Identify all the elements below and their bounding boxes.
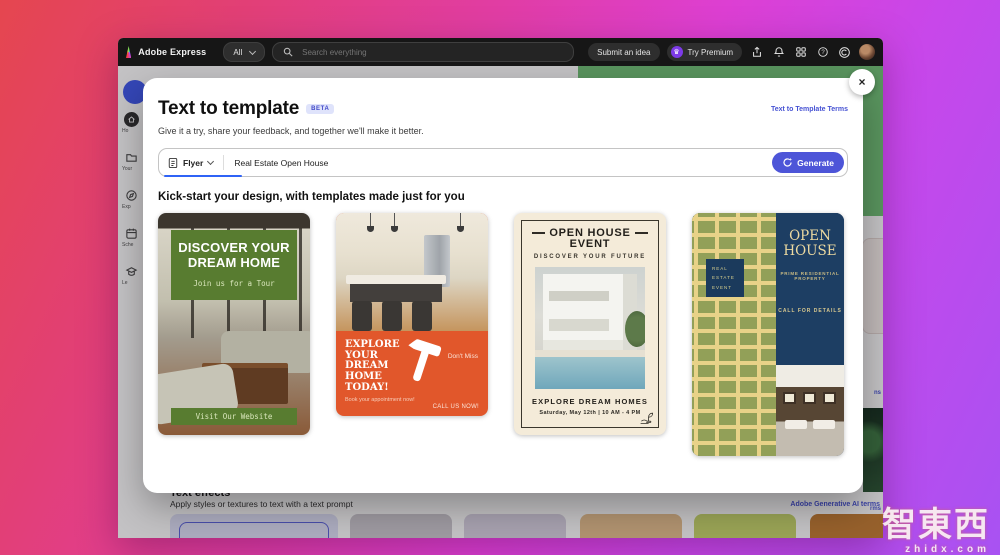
search-bar[interactable] <box>272 42 574 62</box>
flyer-title: EVENT <box>514 238 666 250</box>
flyer-tagline: DISCOVER YOUR FUTURE <box>514 254 666 260</box>
flyer-book-line: Book your appointment now! <box>345 397 415 403</box>
flyer-badge: REAL ESTATE EVENT <box>706 259 744 297</box>
generate-label: Generate <box>797 158 834 168</box>
search-input[interactable] <box>300 47 566 58</box>
flyer-subtitle: PRIME RESIDENTIAL PROPERTY <box>776 271 844 281</box>
flyer-cta: CALL FOR DETAILS <box>776 308 844 314</box>
category-dropdown[interactable]: All <box>223 42 265 62</box>
text-to-template-terms-link[interactable]: Text to Template Terms <box>771 106 848 113</box>
profile-avatar[interactable] <box>859 44 875 60</box>
flyer-text-panel: OPEN HOUSE PRIME RESIDENTIAL PROPERTY CA… <box>776 213 844 365</box>
photo-balcony <box>549 291 609 301</box>
flyer-subline: Join us for a Tour <box>175 279 293 288</box>
photo-stool <box>412 301 432 331</box>
photo-poolside <box>535 350 645 357</box>
share-icon[interactable] <box>749 45 764 60</box>
photo-pendant-lamp <box>460 213 461 227</box>
watermark-cn: 智東西 <box>882 508 990 542</box>
apps-grid-icon[interactable] <box>793 45 808 60</box>
photo-stool <box>352 301 372 331</box>
try-premium-label: Try Premium <box>688 48 733 57</box>
submit-idea-label: Submit an idea <box>597 48 650 57</box>
brand-title: Adobe Express <box>138 47 206 57</box>
desktop-background: Adobe Express All Submit an idea ♛ Try P… <box>0 0 1000 555</box>
modal-title: Text to template <box>158 98 299 120</box>
adobe-express-window: Adobe Express All Submit an idea ♛ Try P… <box>118 38 883 538</box>
watermark: 智東西 zhidx.com <box>882 508 990 555</box>
template-results: DISCOVER YOUR DREAM HOME Join us for a T… <box>158 213 848 456</box>
photo-pillow <box>785 420 807 429</box>
flyer-pattern-panel: REAL ESTATE EVENT <box>692 213 776 456</box>
photo-window <box>783 392 796 404</box>
category-dropdown-label: All <box>233 48 242 57</box>
flyer-badge-line: REAL <box>712 264 744 273</box>
notifications-bell-icon[interactable] <box>771 45 786 60</box>
app-header: Adobe Express All Submit an idea ♛ Try P… <box>118 38 883 66</box>
photo-window <box>803 392 816 404</box>
divider-line <box>532 232 545 234</box>
flyer-text-panel: DISCOVER YOUR DREAM HOME Join us for a T… <box>171 230 297 300</box>
photo-kitchen <box>336 213 488 331</box>
flyer-badge-line: EVENT <box>712 283 744 292</box>
try-premium-button[interactable]: ♛ Try Premium <box>667 43 742 61</box>
section-heading: Kick-start your design, with templates m… <box>158 191 848 203</box>
photo-stool <box>382 301 402 331</box>
prompt-input[interactable] <box>224 157 772 169</box>
format-dropdown-label: Flyer <box>183 158 203 168</box>
creative-cloud-icon[interactable] <box>837 45 852 60</box>
flyer-badge-line: ESTATE <box>712 273 744 282</box>
template-card-4[interactable]: REAL ESTATE EVENT OPEN HOUSE PRIME RESID… <box>692 213 844 456</box>
photo-house <box>543 274 637 350</box>
close-button[interactable]: × <box>849 69 875 95</box>
flyer-headline: EXPLORE YOUR DREAM HOME TODAY! <box>345 340 409 393</box>
adobe-express-logo-icon[interactable] <box>126 46 131 58</box>
photo-pool <box>535 357 645 389</box>
template-card-2[interactable]: EXPLORE YOUR DREAM HOME TODAY! Don't Mis… <box>336 213 488 416</box>
svg-text:?: ? <box>821 50 825 56</box>
generate-icon <box>782 157 793 168</box>
text-to-template-modal: Text to template BETA Text to Template T… <box>143 78 863 493</box>
modal-subtitle: Give it a try, share your feedback, and … <box>158 126 848 136</box>
crown-icon: ♛ <box>671 46 683 58</box>
photo-counter <box>346 275 446 284</box>
flyer-title: OPEN HOUSE <box>776 229 844 258</box>
photo-pendant-lamp <box>370 213 371 227</box>
photo-bedroom <box>776 365 844 456</box>
photo-modern-house <box>535 267 645 389</box>
flyer-caption: EXPLORE DREAM HOMES <box>514 397 666 406</box>
flyer-call-line: CALL US NOW! <box>433 404 479 410</box>
search-icon <box>280 45 295 60</box>
beta-badge: BETA <box>306 104 334 114</box>
flyer-footer: Visit Our Website <box>171 408 297 425</box>
photo-pillow <box>813 420 835 429</box>
hammer-icon <box>402 335 444 389</box>
template-card-3[interactable]: OPEN HOUSE EVENT DISCOVER YOUR FUTURE EX… <box>514 213 666 435</box>
generate-button[interactable]: Generate <box>772 152 844 173</box>
help-icon[interactable]: ? <box>815 45 830 60</box>
hand-plant-icon <box>639 410 655 426</box>
submit-idea-button[interactable]: Submit an idea <box>588 43 659 61</box>
format-dropdown[interactable]: Flyer <box>159 149 223 176</box>
photo-balcony <box>549 319 609 331</box>
prompt-bar: Flyer Generate <box>158 148 848 177</box>
photo-island <box>350 284 442 302</box>
chevron-down-icon <box>249 47 256 54</box>
divider-line <box>635 232 648 234</box>
photo-window <box>823 392 836 404</box>
template-card-1[interactable]: DISCOVER YOUR DREAM HOME Join us for a T… <box>158 213 310 435</box>
flyer-icon <box>168 157 178 169</box>
photo-plant <box>625 311 645 347</box>
watermark-domain: zhidx.com <box>882 544 990 555</box>
flyer-headline: DISCOVER YOUR DREAM HOME <box>175 241 293 270</box>
photo-pendant-lamp <box>394 213 395 227</box>
flyer-note: Don't Miss <box>448 353 478 360</box>
chevron-down-icon <box>207 158 214 165</box>
